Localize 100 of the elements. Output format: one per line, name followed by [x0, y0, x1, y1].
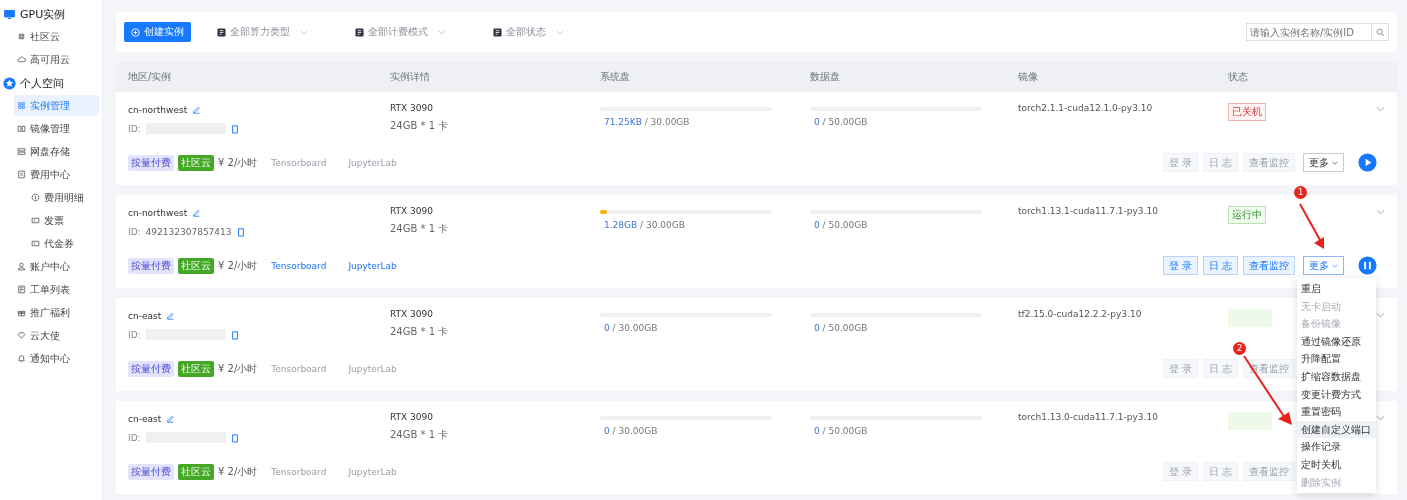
gpu-model: RTX 3090: [390, 206, 435, 216]
cloud-tag: 社区云: [178, 154, 214, 171]
id-label: ID:: [128, 226, 141, 237]
nav-item[interactable]: 工单列表: [14, 279, 99, 300]
region-name: cn-northwest: [128, 104, 188, 115]
region-name: cn-northwest: [128, 207, 188, 218]
image-name: tf2.15.0-cuda12.2.2-py3.10: [1018, 309, 1143, 319]
column-header: 镜像: [1018, 70, 1039, 84]
gpu-model: RTX 3090: [390, 103, 435, 113]
column-header: 状态: [1228, 70, 1249, 84]
action-button[interactable]: 查看监控: [1243, 256, 1296, 275]
instance-id: 492132307857413: [145, 226, 232, 237]
nav-item[interactable]: 发票: [28, 210, 99, 231]
system-disk-usage: 71.25KB / 30.00GB: [603, 117, 691, 127]
action-button[interactable]: 登 录: [1163, 153, 1199, 172]
nav-item[interactable]: 网盘存储: [14, 141, 99, 162]
gpu-model: RTX 3090: [390, 309, 435, 319]
column-header: 数据盘: [810, 70, 841, 84]
action-button[interactable]: 更多: [1303, 153, 1345, 172]
price: ¥ 2/小时: [218, 464, 258, 479]
tool-link[interactable]: Tensorboard: [271, 260, 327, 271]
id-label: ID:: [128, 329, 141, 340]
action-button[interactable]: 日 志: [1203, 359, 1239, 378]
menu-item[interactable]: 创建自定义端口: [1297, 420, 1376, 439]
action-button[interactable]: 日 志: [1203, 153, 1239, 172]
cloud-tag: 社区云: [178, 360, 214, 377]
column-header: 实例详情: [390, 70, 431, 84]
tool-link[interactable]: JupyterLab: [348, 466, 397, 477]
gpu-model: RTX 3090: [390, 412, 435, 422]
nav-item[interactable]: 社区云: [14, 26, 99, 47]
data-disk-usage: 0 / 50.00GB: [813, 426, 869, 436]
gpu-spec: 24GB * 1 卡: [390, 222, 450, 236]
price: ¥ 2/小时: [218, 155, 258, 170]
menu-item[interactable]: 操作记录: [1297, 438, 1376, 456]
data-disk-usage: 0 / 50.00GB: [813, 323, 869, 333]
action-button[interactable]: 日 志: [1203, 256, 1239, 275]
cloud-tag: 社区云: [178, 463, 214, 480]
nav-item[interactable]: 费用中心: [14, 164, 99, 185]
menu-item[interactable]: 定时关机: [1297, 455, 1376, 474]
tool-link[interactable]: JupyterLab: [348, 260, 397, 271]
action-button[interactable]: 登 录: [1163, 462, 1199, 481]
filter-dropdown[interactable]: 全部计费模式: [355, 25, 467, 39]
section-title: 个人空间: [20, 75, 64, 91]
nav-item[interactable]: 云大使: [14, 325, 99, 346]
column-header: 系统盘: [600, 70, 631, 84]
menu-item[interactable]: 重启: [1297, 280, 1376, 298]
nav-item[interactable]: 实例管理: [14, 95, 99, 116]
gpu-spec: 24GB * 1 卡: [390, 119, 450, 133]
image-name: torch1.13.1-cuda11.7.1-py3.10: [1018, 206, 1159, 216]
search-field[interactable]: 请输入实例名称/实例ID: [1246, 23, 1372, 41]
image-name: torch2.1.1-cuda12.1.0-py3.10: [1018, 103, 1154, 113]
column-header: 地区/实例: [128, 70, 173, 84]
action-button[interactable]: 日 志: [1203, 462, 1239, 481]
action-button[interactable]: 登 录: [1163, 359, 1199, 378]
billing-tag: 按量付费: [128, 360, 174, 377]
price: ¥ 2/小时: [218, 361, 258, 376]
id-label: ID:: [128, 123, 141, 134]
nav-item[interactable]: 费用明细: [28, 187, 99, 208]
nav-item[interactable]: 推广福利: [14, 302, 99, 323]
menu-item[interactable]: 升降配置: [1297, 350, 1376, 368]
system-disk-usage: 0 / 30.00GB: [603, 426, 659, 436]
nav-item[interactable]: 通知中心: [14, 348, 99, 369]
billing-tag: 按量付费: [128, 257, 174, 274]
tool-link[interactable]: JupyterLab: [348, 363, 397, 374]
action-button[interactable]: 查看监控: [1243, 153, 1296, 172]
filter-dropdown[interactable]: 全部算力类型: [217, 25, 329, 39]
filter-dropdown[interactable]: 全部状态: [493, 25, 605, 39]
region-name: cn-east: [128, 310, 162, 321]
action-button[interactable]: 更多: [1303, 256, 1345, 275]
data-disk-usage: 0 / 50.00GB: [813, 117, 869, 127]
nav-item[interactable]: 账户中心: [14, 256, 99, 277]
nav-item[interactable]: 镜像管理: [14, 118, 99, 139]
image-name: torch1.13.0-cuda11.7.1-py3.10: [1018, 412, 1159, 422]
action-button[interactable]: 查看监控: [1243, 462, 1296, 481]
menu-item[interactable]: 扩缩容数据盘: [1297, 367, 1376, 386]
gpu-spec: 24GB * 1 卡: [390, 428, 450, 442]
tool-link[interactable]: Tensorboard: [271, 157, 327, 168]
menu-item[interactable]: 变更计费方式: [1297, 385, 1376, 404]
billing-tag: 按量付费: [128, 154, 174, 171]
tool-link[interactable]: JupyterLab: [348, 157, 397, 168]
id-label: ID:: [128, 432, 141, 443]
data-disk-usage: 0 / 50.00GB: [813, 220, 869, 230]
menu-item[interactable]: 通过镜像还原: [1297, 332, 1376, 351]
status-badge: 运行中: [1228, 206, 1266, 224]
billing-tag: 按量付费: [128, 463, 174, 480]
system-disk-usage: 1.28GB / 30.00GB: [603, 220, 686, 230]
nav-item[interactable]: 高可用云: [14, 49, 99, 70]
create-instance-button[interactable]: 创建实例: [124, 22, 191, 42]
nav-item[interactable]: 代金券: [28, 233, 99, 254]
region-name: cn-east: [128, 413, 162, 424]
system-disk-usage: 0 / 30.00GB: [603, 323, 659, 333]
action-button[interactable]: 登 录: [1163, 256, 1199, 275]
price: ¥ 2/小时: [218, 258, 258, 273]
cloud-tag: 社区云: [178, 257, 214, 274]
status-badge: 已关机: [1228, 103, 1266, 121]
gpu-spec: 24GB * 1 卡: [390, 325, 450, 339]
tool-link[interactable]: Tensorboard: [271, 363, 327, 374]
tool-link[interactable]: Tensorboard: [271, 466, 327, 477]
section-title: GPU实例: [20, 6, 66, 22]
menu-item[interactable]: 重置密码: [1297, 403, 1376, 421]
